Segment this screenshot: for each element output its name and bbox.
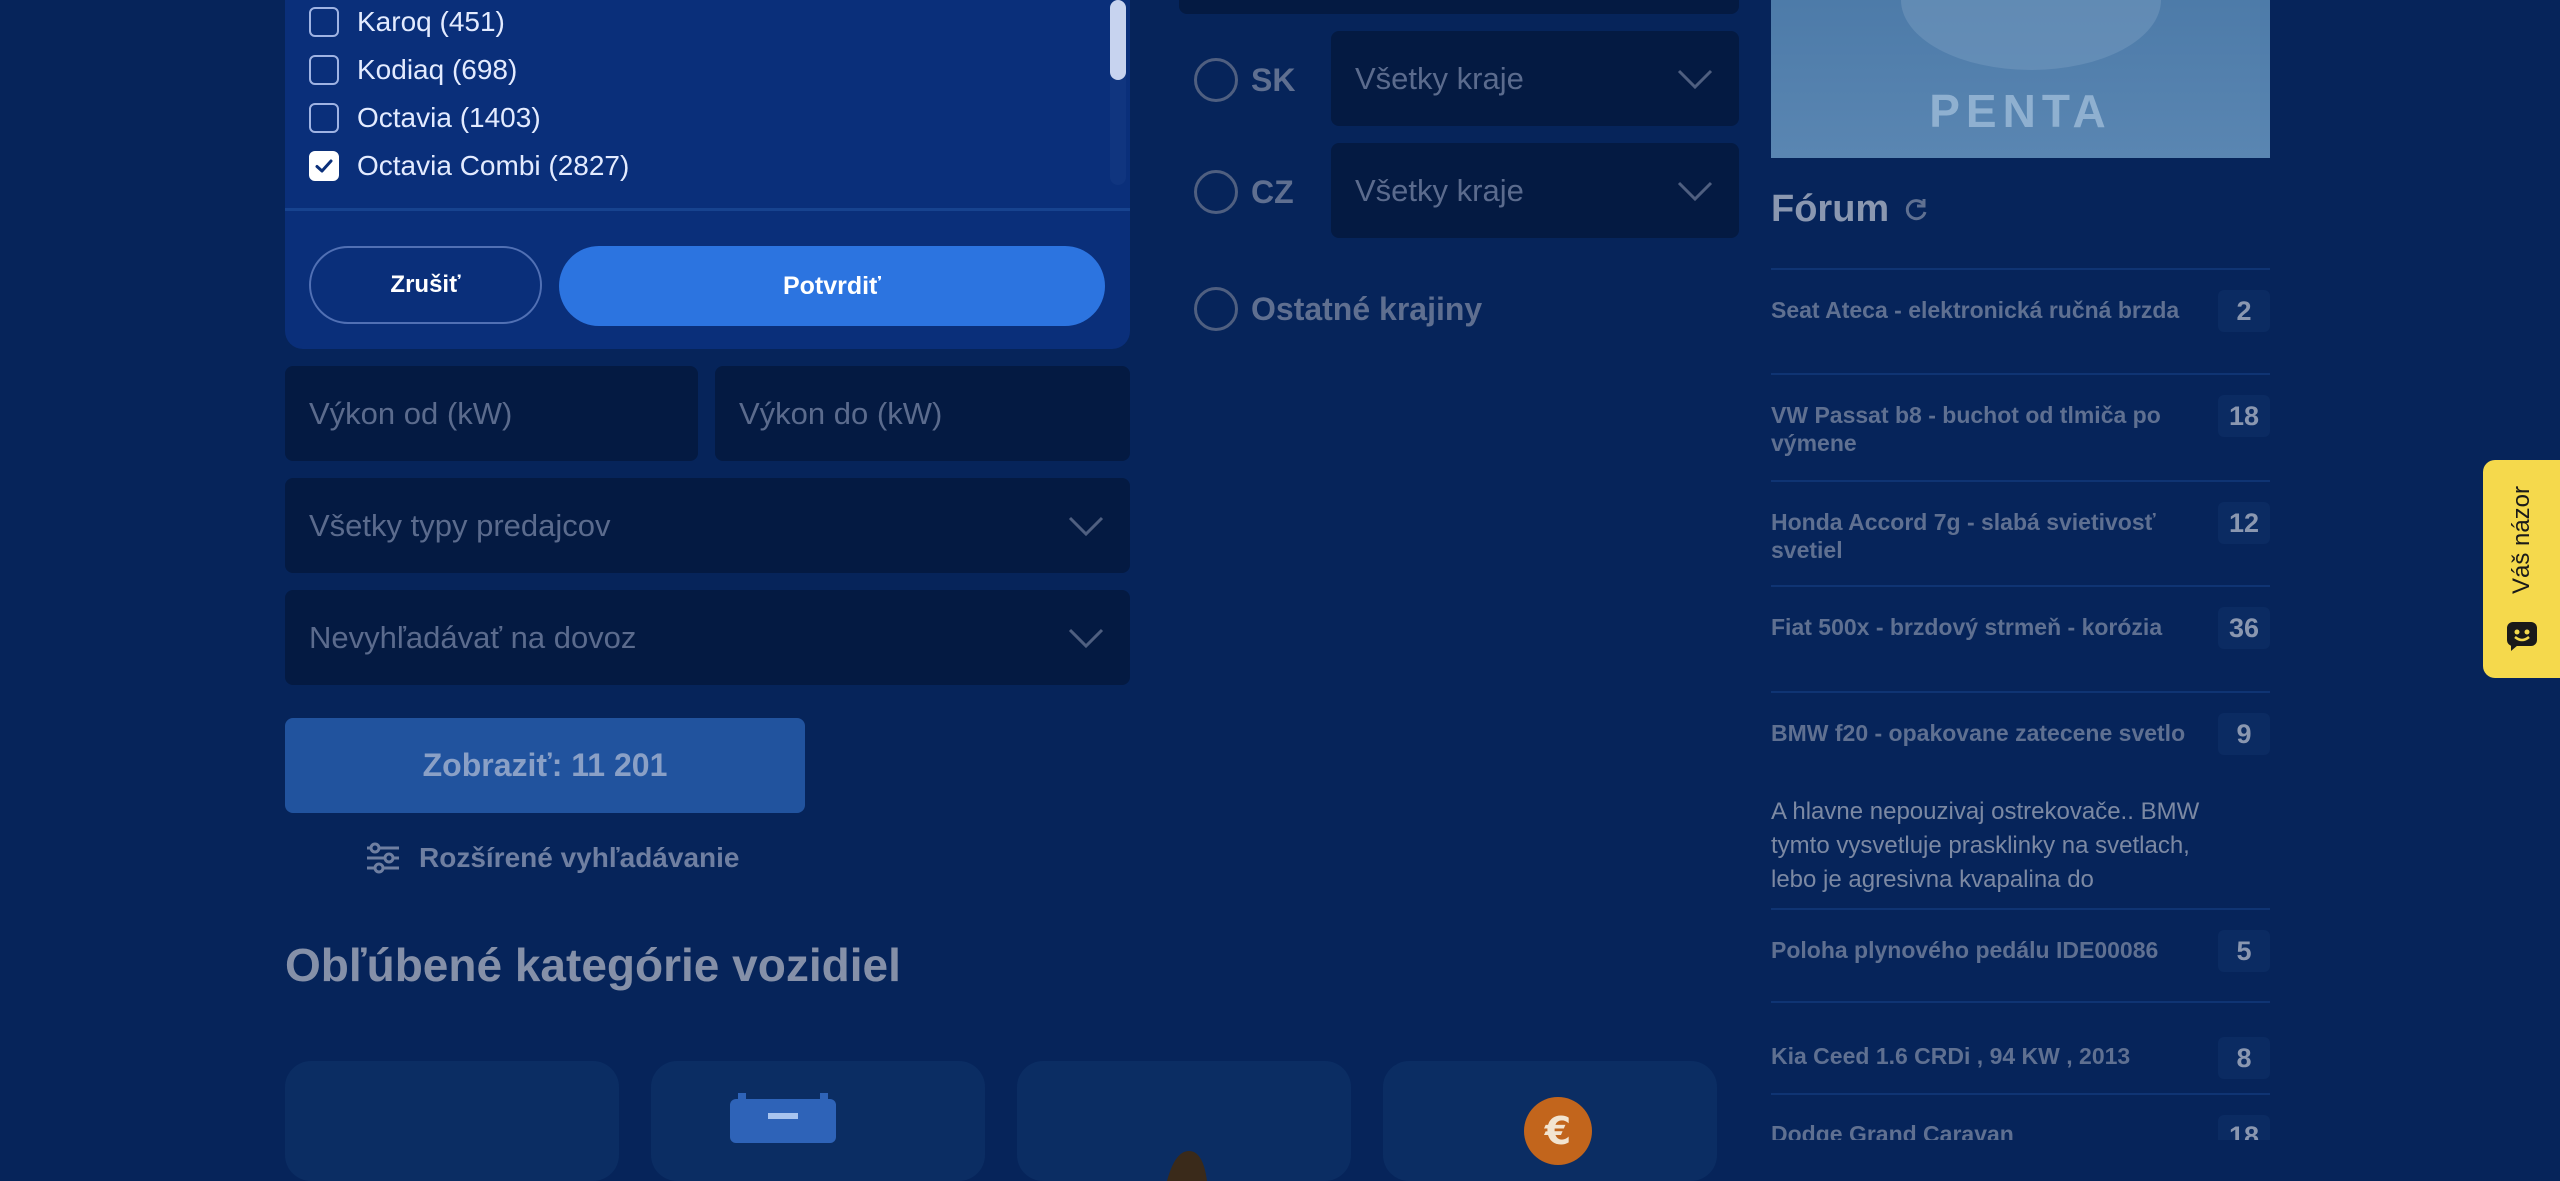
chevron-down-icon — [1068, 628, 1104, 648]
seller-type-select[interactable]: Všetky typy predajcov — [285, 478, 1130, 573]
radio-sk[interactable] — [1194, 58, 1238, 102]
scrollbar-thumb[interactable] — [1110, 0, 1126, 80]
chat-face-icon — [2507, 622, 2537, 651]
model-dropdown-panel: Karoq (451) Kodiaq (698) Octavia (1403) … — [285, 0, 1130, 349]
radio-other-countries[interactable] — [1194, 287, 1238, 331]
forum-item[interactable]: Honda Accord 7g - slabá svietivosť sveti… — [1771, 480, 2270, 587]
forum-item[interactable]: Dodge Grand Caravan 18 — [1771, 1093, 2270, 1140]
model-option-label: Kodiaq (698) — [357, 54, 518, 85]
feedback-label: Váš názor — [2507, 485, 2535, 595]
euro-coin-icon: € — [1524, 1097, 1592, 1165]
refresh-icon[interactable] — [1903, 197, 1929, 223]
reply-count: 18 — [2218, 395, 2270, 437]
advanced-search-link[interactable]: Rozšírené vyhľadávanie — [365, 838, 739, 878]
svg-text:€: € — [1544, 1109, 1571, 1153]
power-to-input[interactable]: Výkon do (kW) — [715, 366, 1130, 461]
forum-item[interactable]: Poloha plynového pedálu IDE00086 5 — [1771, 908, 2270, 1000]
reply-count: 12 — [2218, 502, 2270, 544]
zilina-sign-icon — [730, 1093, 836, 1143]
checkmark-icon — [315, 159, 333, 173]
forum-title: Fórum — [1771, 188, 1890, 230]
forum-heading: Fórum — [1771, 188, 1929, 231]
sk-label: SK — [1251, 62, 1296, 98]
sk-region-value: Všetky kraje — [1355, 60, 1524, 96]
reply-count: 8 — [2218, 1037, 2270, 1079]
forum-topic[interactable]: BMW f20 - opakovane zatecene svetlo — [1771, 719, 2201, 747]
radio-cz[interactable] — [1194, 170, 1238, 214]
sk-region-select[interactable]: Všetky kraje — [1331, 31, 1739, 126]
chevron-down-icon — [1068, 516, 1104, 536]
forum-topic[interactable]: Poloha plynového pedálu IDE00086 — [1771, 936, 2201, 964]
category-card[interactable]: € — [1383, 1061, 1717, 1181]
cz-region-value: Všetky kraje — [1355, 172, 1524, 208]
power-from-input[interactable]: Výkon od (kW) — [285, 366, 698, 461]
location-input[interactable] — [1179, 0, 1739, 14]
model-option-octavia-combi[interactable]: Octavia Combi (2827) — [309, 146, 629, 186]
forum-topic[interactable]: Kia Ceed 1.6 CRDi , 94 KW , 2013 — [1771, 1042, 2201, 1070]
forum-post-snippet: A hlavne nepouzivaj ostrekovače.. BMW ty… — [1771, 798, 2200, 893]
cz-region-select[interactable]: Všetky kraje — [1331, 143, 1739, 238]
reply-count: 5 — [2218, 930, 2270, 972]
feedback-tab[interactable]: Váš názor — [2483, 460, 2560, 678]
model-option-label: Octavia (1403) — [357, 102, 541, 133]
forum-item[interactable]: Fiat 500x - brzdový strmeň - korózia 36 — [1771, 585, 2270, 692]
model-option-karoq[interactable]: Karoq (451) — [309, 2, 505, 42]
model-option-octavia[interactable]: Octavia (1403) — [309, 98, 541, 138]
sliders-icon — [367, 842, 399, 874]
checkbox[interactable] — [309, 7, 339, 37]
show-results-button[interactable]: Zobraziť: 11 201 — [285, 718, 805, 813]
reply-count: 18 — [2218, 1115, 2270, 1140]
category-card[interactable] — [285, 1061, 619, 1181]
model-option-label: Octavia Combi (2827) — [357, 150, 630, 181]
forum-topic[interactable]: Seat Ateca - elektronická ručná brzda — [1771, 296, 2201, 324]
ad-banner[interactable]: PENTA — [1771, 0, 2270, 158]
cz-label: CZ — [1251, 174, 1294, 210]
ad-brand: PENTA — [1929, 85, 2112, 137]
reply-count: 9 — [2218, 713, 2270, 755]
scrollbar[interactable] — [1110, 0, 1126, 185]
cancel-button[interactable]: Zrušiť — [309, 246, 542, 324]
reply-count: 36 — [2218, 607, 2270, 649]
import-select[interactable]: Nevyhľadávať na dovoz — [285, 590, 1130, 685]
import-value: Nevyhľadávať na dovoz — [309, 619, 637, 655]
model-option-label: Karoq (451) — [357, 6, 505, 37]
forum-topic[interactable]: Honda Accord 7g - slabá svietivosť sveti… — [1771, 508, 2201, 564]
chevron-down-icon — [1677, 181, 1713, 201]
popular-categories-title: Obľúbené kategórie vozidiel — [285, 939, 901, 991]
advanced-search-label: Rozšírené vyhľadávanie — [419, 842, 740, 873]
reply-count: 2 — [2218, 290, 2270, 332]
confirm-button[interactable]: Potvrdiť — [559, 246, 1105, 326]
chevron-down-icon — [1677, 69, 1713, 89]
other-countries-label: Ostatné krajiny — [1251, 291, 1483, 327]
forum-item[interactable]: Seat Ateca - elektronická ručná brzda 2 — [1771, 268, 2270, 375]
person-icon — [1167, 1151, 1207, 1181]
seller-type-value: Všetky typy predajcov — [309, 507, 611, 543]
category-card[interactable] — [1017, 1061, 1351, 1181]
ad-graphic — [1901, 0, 2161, 70]
forum-item[interactable]: Kia Ceed 1.6 CRDi , 94 KW , 2013 8 — [1771, 1001, 2270, 1093]
checkbox[interactable] — [309, 55, 339, 85]
model-option-kodiaq[interactable]: Kodiaq (698) — [309, 50, 517, 90]
forum-item[interactable]: VW Passat b8 - buchot od tlmiča po výmen… — [1771, 373, 2270, 480]
divider — [285, 208, 1130, 211]
forum-topic[interactable]: VW Passat b8 - buchot od tlmiča po výmen… — [1771, 401, 2201, 457]
checkbox-checked[interactable] — [309, 151, 339, 181]
forum-topic[interactable]: Dodge Grand Caravan — [1771, 1120, 2201, 1140]
checkbox[interactable] — [309, 103, 339, 133]
forum-topic[interactable]: Fiat 500x - brzdový strmeň - korózia — [1771, 613, 2201, 641]
category-card[interactable] — [651, 1061, 985, 1181]
